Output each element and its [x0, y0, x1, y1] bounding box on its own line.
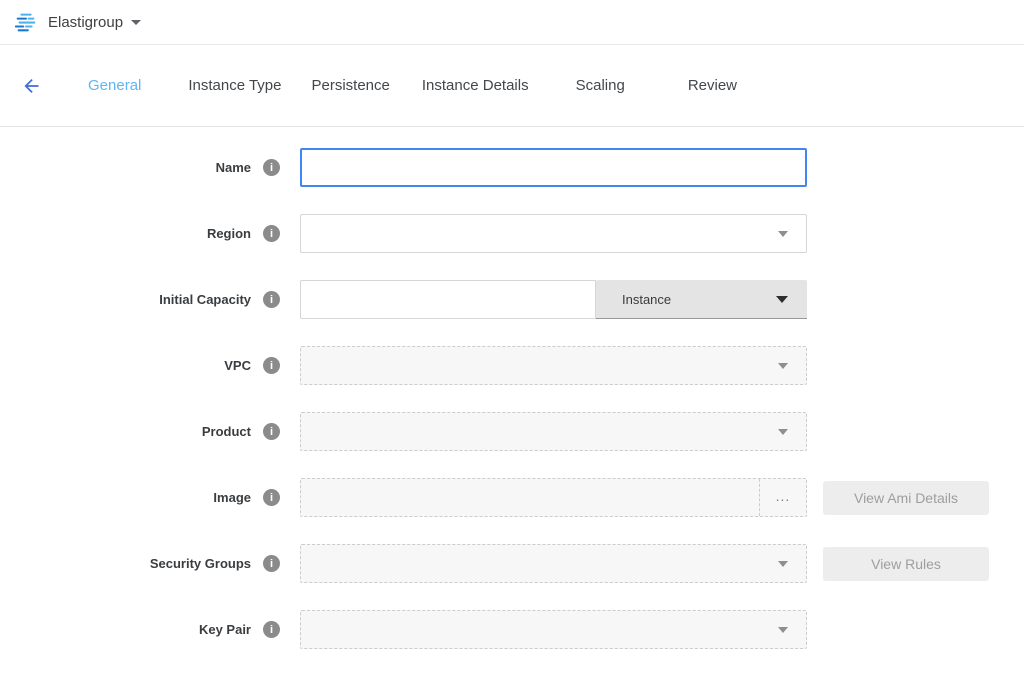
- name-input[interactable]: [300, 148, 807, 187]
- capacity-unit-value: Instance: [622, 292, 671, 307]
- product-info-icon[interactable]: i: [263, 423, 280, 440]
- tab-scaling[interactable]: Scaling: [576, 77, 625, 94]
- elastigroup-logo-icon: [14, 12, 38, 32]
- chevron-down-icon: [778, 231, 788, 237]
- top-app-bar: Elastigroup: [0, 0, 1024, 45]
- tab-review[interactable]: Review: [688, 77, 737, 94]
- view-rules-button: View Rules: [823, 547, 989, 581]
- chevron-down-icon: [778, 561, 788, 567]
- tab-instance-details[interactable]: Instance Details: [422, 77, 529, 94]
- form-row-security-groups: Security Groups i View Rules: [0, 544, 1024, 583]
- image-info-icon[interactable]: i: [263, 489, 280, 506]
- tab-instance-type[interactable]: Instance Type: [188, 77, 281, 94]
- name-info-icon[interactable]: i: [263, 159, 280, 176]
- security-groups-select: [300, 544, 807, 583]
- initial-capacity-input[interactable]: [300, 280, 596, 319]
- general-settings-form: Name i Region i Initial Capacity i Insta…: [0, 127, 1024, 649]
- chevron-down-icon: [778, 363, 788, 369]
- back-button[interactable]: [21, 75, 42, 96]
- product-label: Product: [202, 424, 251, 439]
- key-pair-select: [300, 610, 807, 649]
- key-pair-info-icon[interactable]: i: [263, 621, 280, 638]
- form-row-region: Region i: [0, 214, 1024, 253]
- form-row-product: Product i: [0, 412, 1024, 451]
- wizard-tab-bar: General Instance Type Persistence Instan…: [0, 45, 1024, 127]
- wizard-tabs: General Instance Type Persistence Instan…: [40, 77, 737, 94]
- form-row-key-pair: Key Pair i: [0, 610, 1024, 649]
- region-info-icon[interactable]: i: [263, 225, 280, 242]
- vpc-label: VPC: [224, 358, 251, 373]
- image-field: ...: [300, 478, 807, 517]
- initial-capacity-label: Initial Capacity: [159, 292, 251, 307]
- product-name-label: Elastigroup: [48, 14, 123, 31]
- capacity-unit-select[interactable]: Instance: [596, 280, 807, 319]
- product-switcher[interactable]: Elastigroup: [14, 12, 141, 32]
- chevron-down-icon: [778, 429, 788, 435]
- product-select: [300, 412, 807, 451]
- product-caret-down-icon: [131, 20, 141, 25]
- tab-persistence[interactable]: Persistence: [312, 77, 390, 94]
- arrow-left-icon: [21, 84, 42, 99]
- form-row-initial-capacity: Initial Capacity i Instance: [0, 280, 1024, 319]
- image-label: Image: [213, 490, 251, 505]
- form-row-image: Image i ... View Ami Details: [0, 478, 1024, 517]
- key-pair-label: Key Pair: [199, 622, 251, 637]
- security-groups-label: Security Groups: [150, 556, 251, 571]
- region-label: Region: [207, 226, 251, 241]
- vpc-select: [300, 346, 807, 385]
- ellipsis-icon: ...: [776, 488, 791, 504]
- image-browse-button: ...: [759, 479, 806, 516]
- vpc-info-icon[interactable]: i: [263, 357, 280, 374]
- initial-capacity-info-icon[interactable]: i: [263, 291, 280, 308]
- chevron-down-icon: [776, 296, 788, 303]
- view-ami-details-button: View Ami Details: [823, 481, 989, 515]
- security-groups-info-icon[interactable]: i: [263, 555, 280, 572]
- image-value-area: [301, 479, 759, 516]
- chevron-down-icon: [778, 627, 788, 633]
- name-label: Name: [216, 160, 251, 175]
- form-row-vpc: VPC i: [0, 346, 1024, 385]
- tab-general[interactable]: General: [88, 77, 141, 94]
- form-row-name: Name i: [0, 148, 1024, 187]
- region-select[interactable]: [300, 214, 807, 253]
